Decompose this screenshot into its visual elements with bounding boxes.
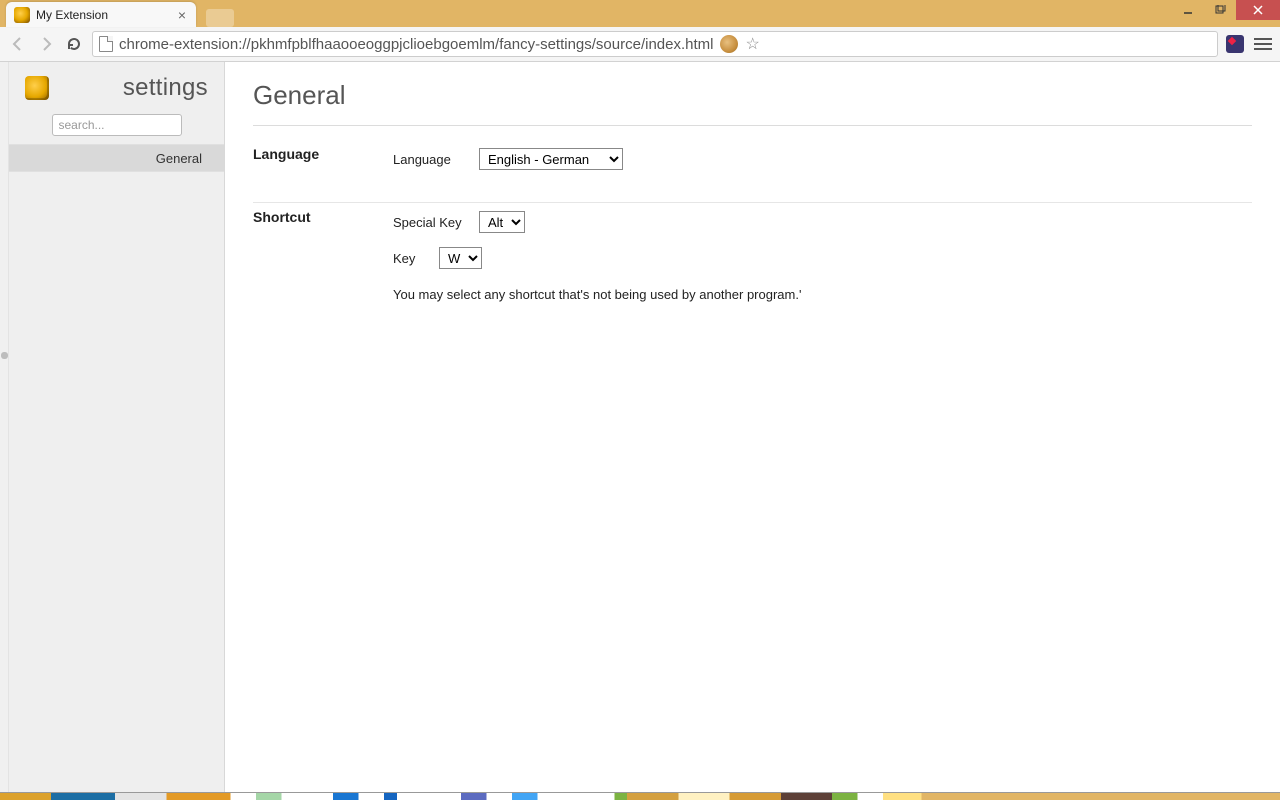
- key-select[interactable]: W: [439, 247, 482, 269]
- new-tab-button[interactable]: [206, 9, 234, 27]
- sidebar-logo-icon: [25, 76, 49, 100]
- close-window-button[interactable]: [1236, 0, 1280, 20]
- left-scrollbar[interactable]: [0, 62, 9, 792]
- field-label-special-key: Special Key: [393, 215, 465, 230]
- close-tab-icon[interactable]: ×: [176, 7, 188, 23]
- reload-button[interactable]: [64, 34, 84, 54]
- shortcut-note: You may select any shortcut that's not b…: [393, 279, 1252, 302]
- window-titlebar: My Extension ×: [0, 0, 1280, 27]
- sidebar-item-label: General: [156, 151, 202, 166]
- page-title: General: [253, 80, 1252, 111]
- maximize-button[interactable]: [1204, 0, 1236, 20]
- section-heading: Shortcut: [253, 207, 393, 302]
- section-heading: Language: [253, 144, 393, 180]
- sidebar-title: settings: [57, 74, 208, 102]
- language-select[interactable]: English - German: [479, 148, 623, 170]
- forward-button[interactable]: [36, 34, 56, 54]
- tab-favicon-icon: [14, 7, 30, 23]
- url-text: chrome-extension://pkhmfpblfhaaooeoggpjc…: [119, 36, 714, 53]
- sidebar: settings General: [9, 62, 225, 792]
- search-input[interactable]: [52, 114, 182, 136]
- extension-icon[interactable]: [1226, 35, 1244, 53]
- section-shortcut: Shortcut Special Key Alt Key W You may s…: [253, 203, 1252, 312]
- cookie-extension-icon[interactable]: [720, 35, 738, 53]
- bookmark-star-icon[interactable]: ☆: [746, 34, 760, 54]
- os-taskbar[interactable]: [0, 792, 1280, 800]
- menu-button[interactable]: [1254, 38, 1272, 50]
- sidebar-item-general[interactable]: General: [9, 144, 224, 172]
- browser-toolbar: chrome-extension://pkhmfpblfhaaooeoggpjc…: [0, 27, 1280, 62]
- page-icon: [99, 36, 113, 52]
- page-content: settings General General Language Langua…: [0, 62, 1280, 792]
- field-label-key: Key: [393, 251, 425, 266]
- special-key-select[interactable]: Alt: [479, 211, 525, 233]
- browser-tab[interactable]: My Extension ×: [6, 2, 196, 27]
- window-controls: [1172, 0, 1280, 20]
- tab-strip: My Extension ×: [0, 0, 234, 27]
- back-button[interactable]: [8, 34, 28, 54]
- divider: [253, 125, 1252, 126]
- main-panel: General Language Language English - Germ…: [225, 62, 1280, 792]
- sidebar-nav: General: [9, 144, 224, 172]
- section-language: Language Language English - German: [253, 140, 1252, 203]
- field-label-language: Language: [393, 152, 465, 167]
- tab-title: My Extension: [36, 8, 176, 22]
- address-bar[interactable]: chrome-extension://pkhmfpblfhaaooeoggpjc…: [92, 31, 1218, 57]
- toolbar-extensions: [1226, 35, 1272, 53]
- minimize-button[interactable]: [1172, 0, 1204, 20]
